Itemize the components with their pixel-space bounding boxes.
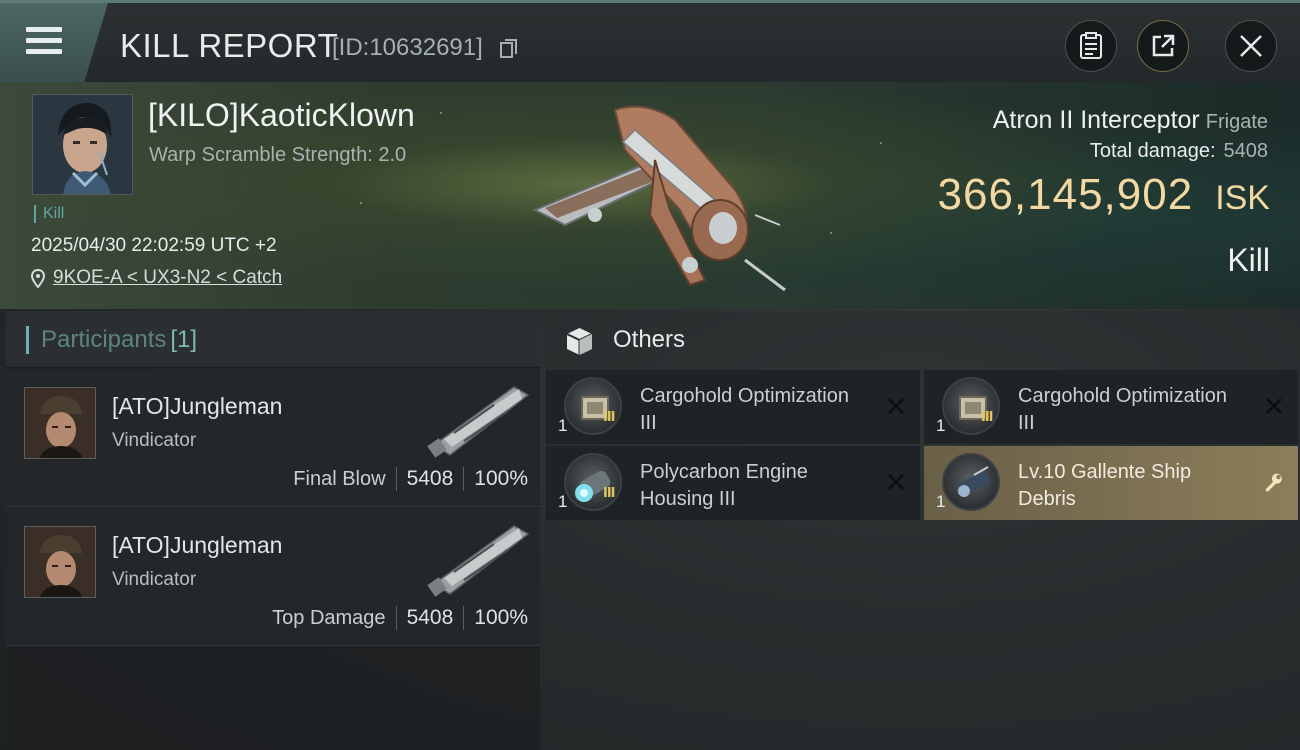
others-header: Others bbox=[545, 311, 1300, 368]
participant-role: Final Blow bbox=[293, 467, 386, 490]
close-icon bbox=[1240, 35, 1262, 57]
location-link[interactable]: 9KOE-A < UX3-N2 < Catch bbox=[53, 267, 282, 289]
stat-divider bbox=[463, 606, 465, 630]
participant-row[interactable]: [ATO]Jungleman Vindicator Final Blow 540… bbox=[6, 369, 540, 507]
item-name: Polycarbon Engine Housing III bbox=[640, 461, 808, 510]
victim-portrait[interactable] bbox=[32, 94, 133, 195]
stat-divider bbox=[395, 606, 397, 630]
item-tile[interactable]: 1 III Polycarbon Engine Housing III bbox=[546, 446, 920, 520]
participant-ship-image[interactable] bbox=[424, 375, 534, 461]
participants-title: Participants [1] bbox=[26, 326, 197, 354]
victim-name[interactable]: [KILO]KaoticKlown bbox=[148, 97, 415, 134]
page-title: KILL REPORT bbox=[120, 27, 339, 64]
item-quantity: 1 bbox=[558, 492, 568, 511]
ship-class: Frigate bbox=[1205, 111, 1268, 133]
hamburger-menu-icon[interactable] bbox=[26, 27, 62, 57]
clipboard-button[interactable] bbox=[1065, 20, 1117, 72]
isk-amount: 366,145,902 bbox=[937, 170, 1194, 219]
clipboard-icon bbox=[1080, 32, 1102, 59]
kill-tag: Kill bbox=[34, 205, 64, 223]
participants-count: [1] bbox=[170, 326, 198, 353]
kill-location[interactable]: 9KOE-A < UX3-N2 < Catch bbox=[31, 267, 282, 289]
participant-role: Top Damage bbox=[272, 606, 386, 629]
item-tile[interactable]: 1 Lv.10 Gallente Ship Debris bbox=[924, 446, 1298, 520]
participant-ship: Vindicator bbox=[112, 569, 197, 590]
participants-header: Participants [1] bbox=[6, 311, 540, 368]
others-panel: Others 1 III Cargohold Optimization III … bbox=[545, 311, 1300, 750]
report-result: Kill bbox=[1227, 242, 1270, 278]
module-icon bbox=[942, 377, 1000, 435]
total-damage: Total damage: 5408 bbox=[1090, 140, 1268, 163]
participant-damage: 5408 bbox=[406, 467, 454, 490]
participant-damage: 5408 bbox=[406, 606, 454, 629]
item-name: Lv.10 Gallente Ship Debris bbox=[1018, 461, 1192, 510]
location-pin-icon bbox=[31, 268, 45, 288]
close-button[interactable] bbox=[1225, 20, 1277, 72]
cargo-box-icon bbox=[566, 328, 593, 355]
warp-scramble-strength: Warp Scramble Strength: 2.0 bbox=[149, 144, 407, 166]
share-button[interactable] bbox=[1137, 20, 1189, 72]
participant-row[interactable]: [ATO]Jungleman Vindicator Top Damage 540… bbox=[6, 508, 540, 646]
copy-icon[interactable] bbox=[500, 39, 518, 59]
tier-badge: III bbox=[603, 486, 615, 501]
item-name: Cargohold Optimization III bbox=[640, 385, 849, 434]
isk-unit: ISK bbox=[1215, 179, 1270, 217]
victim-banner: [KILO]KaoticKlown Warp Scramble Strength… bbox=[0, 82, 1300, 309]
participant-ship: Vindicator bbox=[112, 430, 197, 451]
item-quantity: 1 bbox=[936, 416, 946, 435]
ship-type: Atron II Interceptor bbox=[992, 106, 1200, 134]
participant-ship-image[interactable] bbox=[424, 514, 534, 600]
participant-portrait[interactable] bbox=[24, 526, 96, 598]
participant-percent: 100% bbox=[474, 467, 528, 490]
participant-stats: Final Blow 5408 100% bbox=[293, 467, 528, 491]
item-quantity: 1 bbox=[936, 492, 946, 511]
wrench-icon[interactable] bbox=[1263, 472, 1283, 492]
total-damage-label: Total damage: bbox=[1089, 140, 1216, 162]
others-title: Others bbox=[613, 326, 686, 353]
top-bar: KILL REPORT [ID:10632691] bbox=[0, 0, 1300, 82]
participants-panel: Participants [1] [ATO]Jungleman Vindicato… bbox=[6, 311, 540, 750]
ship-debris-icon bbox=[942, 453, 1000, 511]
isk-value: 366,145,902 ISK bbox=[938, 170, 1271, 220]
participant-percent: 100% bbox=[474, 606, 528, 629]
victim-ship-name[interactable]: Atron II Interceptor Frigate bbox=[993, 106, 1268, 135]
destroyed-x-icon bbox=[888, 474, 904, 490]
victim-ship-image[interactable] bbox=[505, 90, 795, 300]
destroyed-x-icon bbox=[1266, 398, 1282, 414]
share-icon bbox=[1152, 34, 1175, 57]
tier-badge: III bbox=[981, 410, 993, 425]
stat-divider bbox=[463, 467, 465, 491]
module-icon bbox=[564, 377, 622, 435]
item-tile[interactable]: 1 III Cargohold Optimization III bbox=[924, 370, 1298, 444]
report-id: [ID:10632691] bbox=[332, 34, 483, 61]
item-quantity: 1 bbox=[558, 416, 568, 435]
participant-portrait[interactable] bbox=[24, 387, 96, 459]
item-name: Cargohold Optimization III bbox=[1018, 385, 1227, 434]
total-damage-value: 5408 bbox=[1223, 140, 1269, 162]
kill-timestamp: 2025/04/30 22:02:59 UTC +2 bbox=[31, 235, 277, 256]
participant-stats: Top Damage 5408 100% bbox=[272, 606, 528, 630]
tier-badge: III bbox=[603, 410, 615, 425]
participant-name[interactable]: [ATO]Jungleman bbox=[112, 393, 282, 420]
destroyed-x-icon bbox=[888, 398, 904, 414]
participant-name[interactable]: [ATO]Jungleman bbox=[112, 532, 282, 559]
stat-divider bbox=[395, 467, 397, 491]
item-tile[interactable]: 1 III Cargohold Optimization III bbox=[546, 370, 920, 444]
menu-button[interactable] bbox=[0, 3, 108, 82]
engine-module-icon bbox=[564, 453, 622, 511]
